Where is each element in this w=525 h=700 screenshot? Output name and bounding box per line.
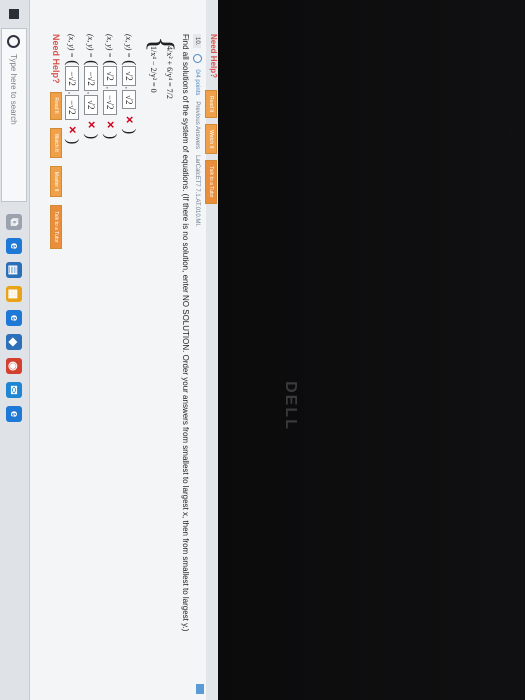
dell-logo: DELL [282,381,299,431]
taskbar: Type here to search ⧉ e ▤ ▦ e ◆ ◉ ✉ e [0,0,30,700]
incorrect-icon: ✕ [104,120,116,129]
store-icon[interactable]: ▦ [6,286,22,302]
mouse-cursor-icon [510,128,513,142]
edge-icon[interactable]: e [6,238,22,254]
solution-row: (x, y) = ( −√2, −√2 ✕ ) [64,34,81,145]
talk-to-tutor-button[interactable]: Talk to a Tutor [205,160,217,204]
question-header: 10. 0/4 points Previous Answers LarCalcE… [193,34,202,227]
windows-icon [9,9,19,19]
previous-need-help-label: Need Help? [209,34,218,79]
solution-row: (x, y) = ( −√2, √2 ✕ ) [83,34,100,140]
equation-1: 4/x² + 6/y⁴ = 7/2 [165,46,174,99]
watch-it-button[interactable]: Watch It [50,127,62,158]
answer-y-input[interactable]: √2 [84,95,98,115]
question-prompt: Find all solutions of the system of equa… [181,34,190,632]
edge-icon[interactable]: e [6,406,22,422]
task-view-icon[interactable]: ⧉ [6,214,22,230]
status-circle-icon [193,54,202,64]
answer-x-input[interactable]: −√2 [65,66,79,91]
taskbar-apps: ⧉ e ▤ ▦ e ◆ ◉ ✉ e [6,214,22,422]
answer-x-input[interactable]: −√2 [84,66,98,91]
screen-content: Need Help? Read It Watch It Talk to a Tu… [0,0,218,700]
answer-x-input[interactable]: √2 [122,66,136,86]
solution-row: (x, y) = ( √2, √2 ✕ ) [121,34,138,135]
equation-2: 1/x⁴ − 2/y² = 0 [149,46,158,93]
taskbar-search-input[interactable]: Type here to search [1,28,27,202]
incorrect-icon: ✕ [66,125,78,134]
chrome-icon[interactable]: ◉ [6,358,22,374]
read-it-button[interactable]: Read It [50,91,62,120]
corner-indicator [196,684,204,694]
need-help-label: Need Help? [51,34,61,84]
file-explorer-icon[interactable]: ▤ [6,262,22,278]
previous-answers-link[interactable]: Previous Answers [195,101,201,149]
dropbox-icon[interactable]: ◆ [6,334,22,350]
incorrect-icon: ✕ [123,115,135,124]
incorrect-icon: ✕ [85,120,97,129]
talk-to-tutor-button[interactable]: Talk to a Tutor [50,205,62,249]
cortana-icon [7,35,21,48]
edge-icon[interactable]: e [6,310,22,326]
answer-y-input[interactable]: √2 [122,90,136,110]
read-it-button[interactable]: Read It [205,90,217,119]
question-ref: LarCalcET7 7.1.AT.010.MI. [194,155,201,227]
solution-row: (x, y) = ( √2, −√2 ✕ ) [102,34,119,140]
solution-label: (x, y) = [67,34,77,58]
previous-question-strip: Need Help? Read It Watch It Talk to a Tu… [205,0,218,700]
solution-label: (x, y) = [105,34,115,58]
question-number: 10. [193,34,202,49]
solution-label: (x, y) = [86,34,96,58]
previous-help-buttons: Read It Watch It Talk to a Tutor [205,90,217,204]
answer-x-input[interactable]: √2 [103,66,117,86]
equation-system: { 4/x² + 6/y⁴ = 7/2 1/x⁴ − 2/y² = 0 [142,36,180,146]
screen: Need Help? Read It Watch It Talk to a Tu… [0,0,218,700]
answer-y-input[interactable]: −√2 [103,90,117,115]
answer-y-input[interactable]: −√2 [65,95,79,120]
solution-label: (x, y) = [124,34,134,58]
watch-it-button[interactable]: Watch It [205,124,217,155]
search-placeholder: Type here to search [9,54,19,125]
master-it-button[interactable]: Master It [50,165,62,198]
help-row: Need Help? Read It Watch It Master It Ta… [50,34,62,249]
mail-icon[interactable]: ✉ [6,382,22,398]
question-points: 0/4 points [194,69,201,96]
start-button[interactable] [0,0,29,28]
